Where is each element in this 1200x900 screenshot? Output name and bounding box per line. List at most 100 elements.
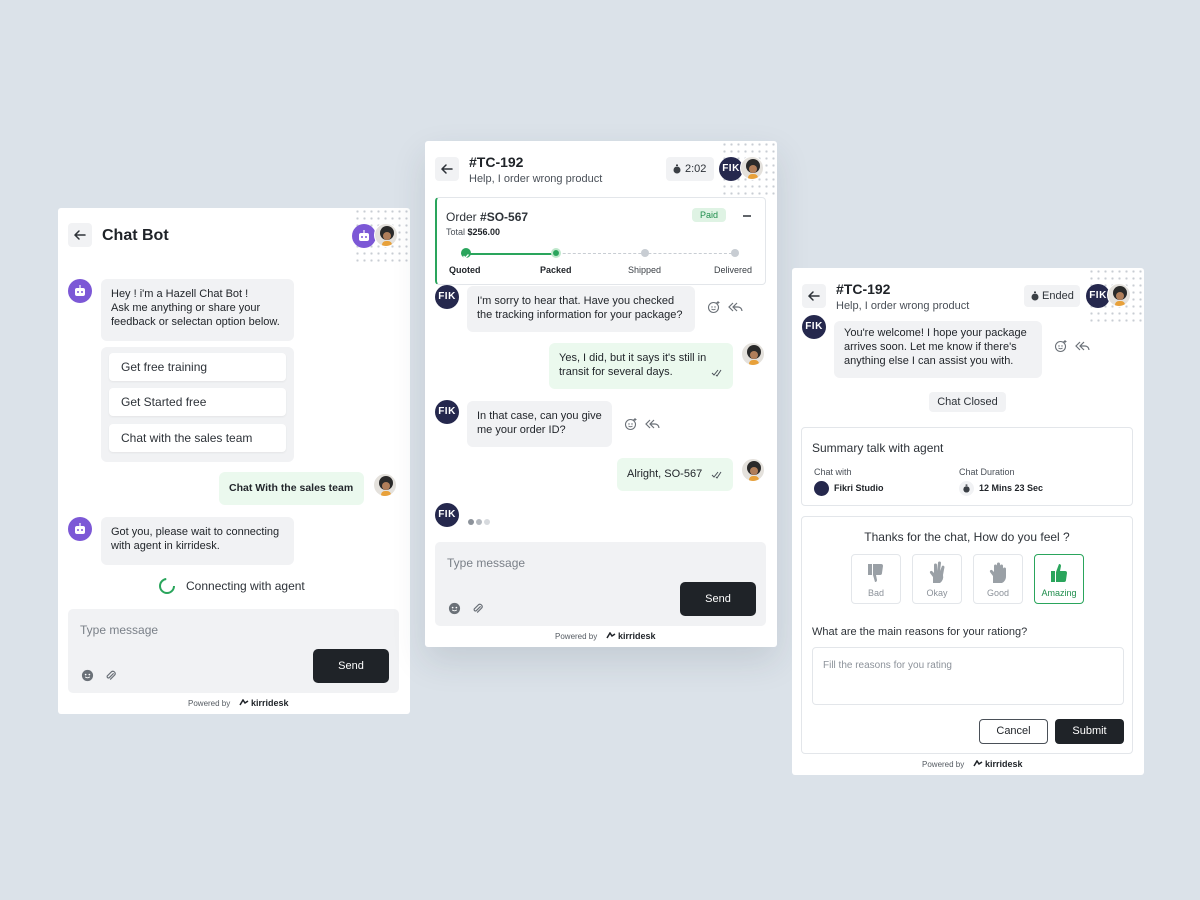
send-button[interactable]: Send [680, 582, 756, 616]
rating-label: Bad [867, 588, 884, 598]
ticket-title: #TC-192 [836, 281, 891, 297]
chat-closed-label: Chat Closed [929, 392, 1006, 412]
order-prefix: Order [446, 210, 481, 224]
duration-value: 12 Mins 23 Sec [979, 483, 1044, 493]
double-check-icon [711, 369, 722, 377]
kirridesk-logo-icon [606, 631, 616, 639]
cancel-button[interactable]: Cancel [979, 719, 1048, 744]
bot-avatar [68, 279, 92, 303]
powered-by: Powered by kirridesk [188, 698, 288, 708]
timer-value: 2:02 [685, 163, 707, 175]
rating-amazing[interactable]: Amazing [1034, 554, 1084, 604]
double-check-icon [711, 471, 722, 479]
powered-by: Powered by kirridesk [555, 631, 655, 641]
add-reaction-icon[interactable] [707, 300, 721, 314]
chat-timer: 2:02 [666, 157, 714, 181]
user-avatar [373, 473, 397, 497]
rating-label: Okay [926, 588, 948, 598]
rating-good[interactable]: Good [973, 554, 1023, 604]
bot-avatar [68, 517, 92, 541]
user-message: Chat With the sales team [219, 472, 364, 505]
message-line: Yes, I did, but it says it's still in [559, 352, 707, 364]
message-composer: Type message Send [435, 542, 766, 626]
attachment-icon[interactable] [104, 669, 117, 682]
typing-indicator [468, 512, 490, 530]
step-delivered-dot [731, 249, 739, 257]
message-line: Ask me anything or share your [111, 302, 261, 314]
total-label: Total [446, 227, 466, 237]
submit-button[interactable]: Submit [1055, 719, 1124, 744]
message-line: Got you, please wait to connecting [111, 526, 280, 538]
message-line: anything else I can assist you with. [844, 355, 1014, 367]
back-button[interactable] [435, 157, 459, 181]
ticket-title: #TC-192 [469, 154, 524, 170]
reasons-placeholder: Fill the reasons for you rating [823, 660, 952, 671]
send-button[interactable]: Send [313, 649, 389, 683]
check-icon [463, 254, 469, 259]
rating-label: Good [986, 588, 1010, 598]
page-title: Chat Bot [102, 227, 169, 244]
user-avatar [741, 458, 765, 482]
step-label-packed: Packed [540, 265, 572, 275]
rating-okay[interactable]: Okay [912, 554, 962, 604]
status-value: Ended [1042, 290, 1074, 302]
add-reaction-icon[interactable] [1054, 339, 1068, 353]
total-value: $256.00 [467, 227, 501, 237]
agent-message: I'm sorry to hear that. Have you checked… [467, 286, 695, 332]
progress-fill [467, 253, 557, 255]
agent-message: You're welcome! I hope your package arri… [834, 321, 1042, 378]
message-line: You're welcome! I hope your package [844, 327, 1027, 339]
robot-icon [359, 230, 369, 241]
ticket-chat-panel: #TC-192 Help, I order wrong product 2:02… [425, 141, 777, 647]
message-composer: Type message Send [68, 609, 399, 693]
person-icon [379, 476, 393, 496]
kirridesk-logo-icon [973, 759, 983, 767]
option-get-started-free[interactable]: Get Started free [109, 388, 286, 416]
step-label-quoted: Quoted [449, 265, 481, 275]
summary-card: Summary talk with agent Chat with Fikri … [801, 427, 1133, 506]
person-icon [747, 345, 761, 365]
back-button[interactable] [68, 223, 92, 247]
message-line: In that case, can you give [477, 410, 602, 422]
bot-message: Hey ! i'm a Hazell Chat Bot ! Ask me any… [101, 279, 294, 341]
chatbot-panel: Chat Bot Hey ! i'm a Hazell Chat Bot ! A… [58, 208, 410, 714]
emoji-icon[interactable] [448, 602, 461, 615]
option-get-free-training[interactable]: Get free training [109, 353, 286, 381]
powered-by-label: Powered by [555, 632, 598, 641]
attachment-icon[interactable] [471, 602, 484, 615]
user-message: Yes, I did, but it says it's still in tr… [549, 343, 733, 389]
kirridesk-logo-icon [239, 698, 249, 706]
message-line: Hey ! i'm a Hazell Chat Bot ! [111, 288, 249, 300]
add-reaction-icon[interactable] [624, 417, 638, 431]
feedback-card: Thanks for the chat, How do you feel ? B… [801, 516, 1133, 754]
reply-all-icon[interactable] [1074, 339, 1090, 353]
option-chat-sales-team[interactable]: Chat with the sales team [109, 424, 286, 452]
powered-by: Powered by kirridesk [922, 759, 1022, 769]
message-line: arrives soon. Let me know if there's [844, 341, 1017, 353]
order-card: Order #SO-567 Total $256.00 Paid Quoted … [435, 197, 766, 285]
agent-mini-avatar [814, 481, 829, 496]
arrow-left-icon [440, 164, 453, 174]
powered-by-label: Powered by [922, 760, 965, 769]
agent-avatar: FIK [435, 400, 459, 424]
message-input[interactable]: Type message [80, 623, 158, 637]
message-input[interactable]: Type message [447, 556, 525, 570]
reasons-textarea[interactable]: Fill the reasons for you rating [812, 647, 1124, 705]
back-button[interactable] [802, 284, 826, 308]
loading-spinner-icon [159, 578, 175, 594]
reply-all-icon[interactable] [644, 417, 660, 431]
summary-title: Summary talk with agent [812, 441, 944, 455]
step-label-shipped: Shipped [628, 265, 662, 275]
robot-icon [75, 523, 85, 534]
thumbs-down-icon [868, 564, 883, 582]
agent-avatar: FIK [802, 315, 826, 339]
duration-icon-bg [959, 481, 974, 496]
rating-bad[interactable]: Bad [851, 554, 901, 604]
robot-icon [75, 285, 85, 296]
reply-all-icon[interactable] [727, 300, 743, 314]
paid-badge: Paid [692, 208, 726, 222]
ticket-subtitle: Help, I order wrong product [469, 173, 603, 185]
connecting-status: Connecting with agent [186, 579, 305, 593]
emoji-icon[interactable] [81, 669, 94, 682]
collapse-icon[interactable] [742, 211, 752, 221]
